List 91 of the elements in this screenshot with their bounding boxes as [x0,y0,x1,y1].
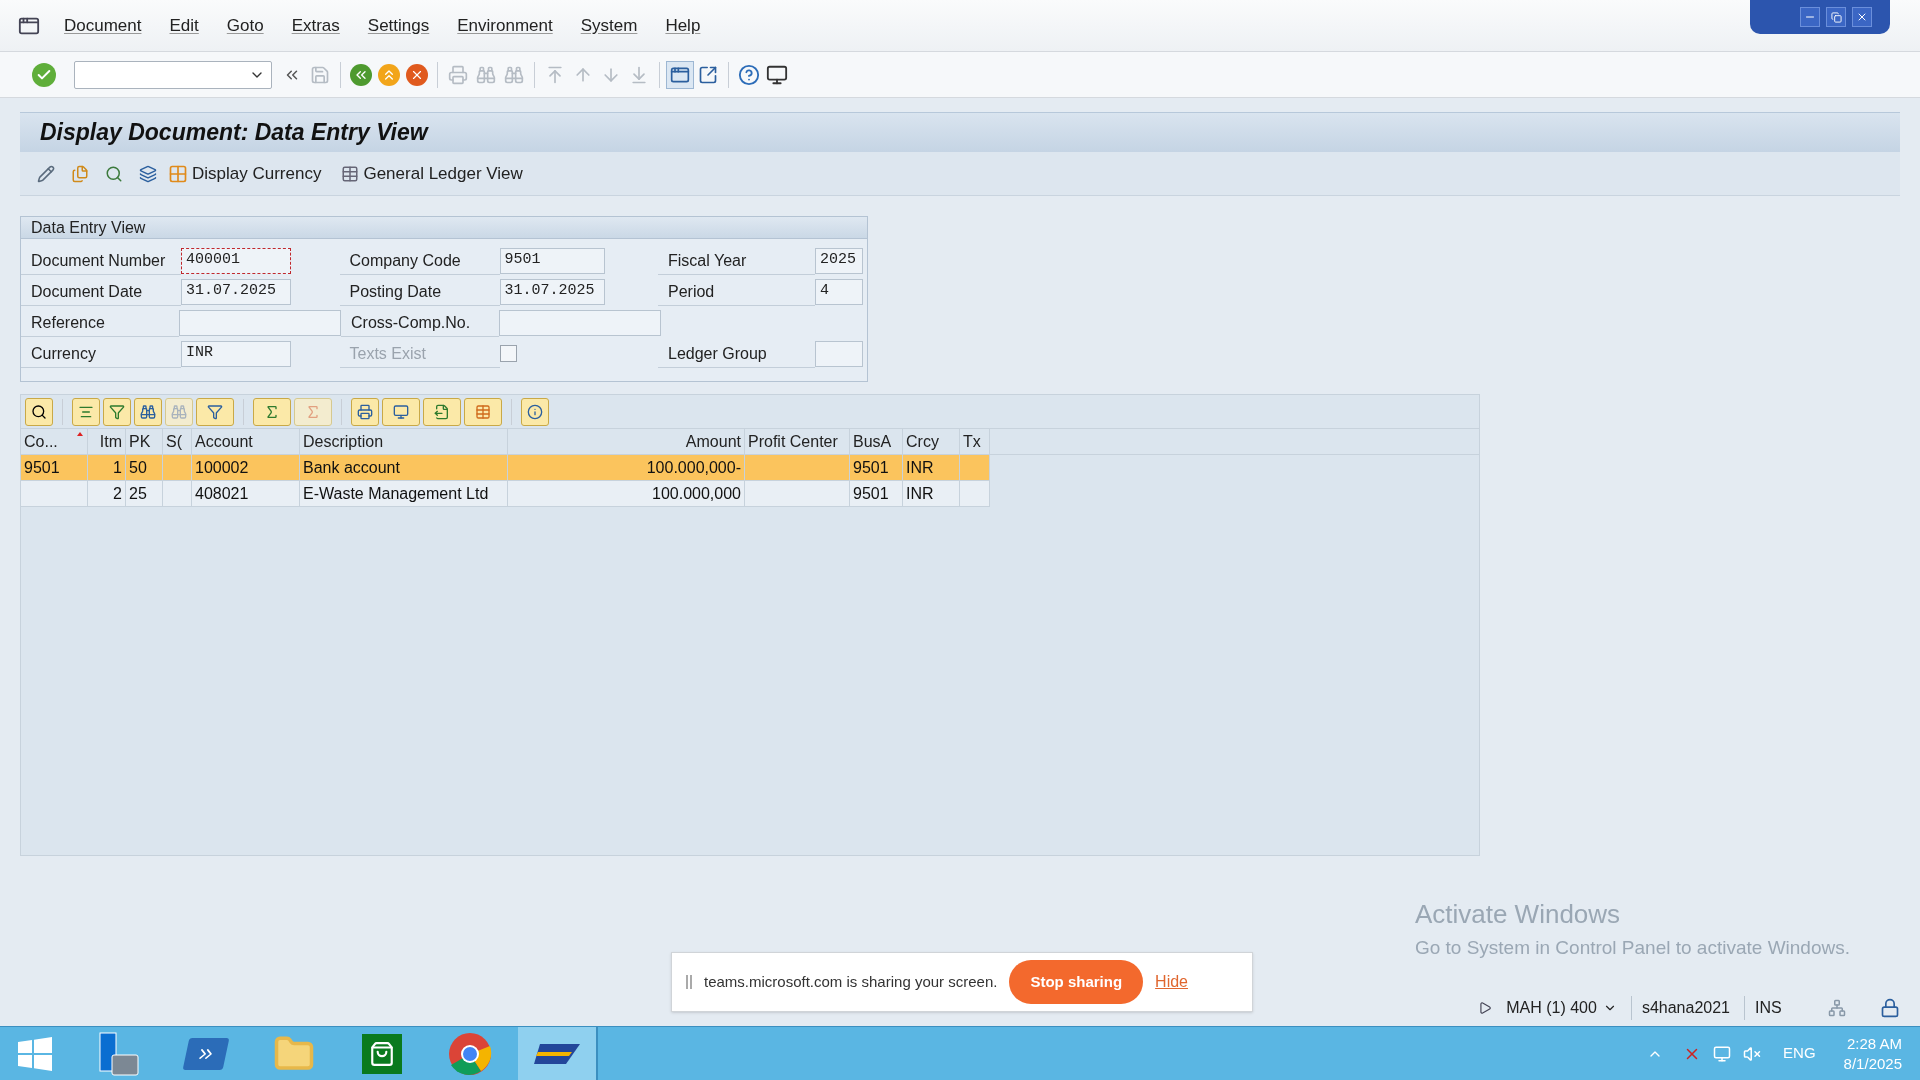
field-label: Texts Exist [339,339,500,368]
input-mode: INS [1744,996,1814,1020]
close-button[interactable] [1852,7,1872,27]
column-header[interactable]: Account [192,429,300,454]
details-icon[interactable] [25,397,53,426]
table-cell: Bank account [300,455,508,480]
menu-item[interactable]: Edit [169,12,199,39]
layout-icon[interactable] [464,397,502,426]
minimize-button[interactable] [1800,7,1820,27]
input-field[interactable]: 2025 [815,247,863,274]
table-cell: 100002 [192,455,300,480]
activation-text: Go to System in Control Panel to activate Windows. [1414,935,1850,960]
column-header[interactable]: Tx [960,429,990,454]
server-manager-icon [96,1030,140,1077]
play-icon[interactable] [1478,1001,1493,1015]
print-icon[interactable] [351,397,379,426]
input-field[interactable] [178,309,341,336]
column-header[interactable]: S( [163,429,192,454]
browser-icon [448,1031,492,1076]
table-cell: 100.000,000- [508,455,745,480]
volume-muted-icon[interactable] [1743,1044,1762,1063]
input-field[interactable] [815,340,863,367]
toolbar-button[interactable]: General Ledger View [341,160,523,187]
store-icon [362,1033,402,1074]
connection-icon [1828,999,1846,1017]
table-cell: 9501 [850,481,903,506]
menu-item[interactable]: Help [665,12,701,39]
column-header[interactable]: Co... [21,429,88,454]
info-icon[interactable] [521,397,549,426]
input-field[interactable]: 31.07.2025 [499,278,605,305]
system-info-dropdown[interactable]: MAH (1) 400 [1506,996,1617,1020]
table-cell: 408021 [192,481,300,506]
find-icon[interactable] [134,397,162,426]
field-label: Reference [21,308,179,337]
menu-item[interactable]: Extras [291,12,340,39]
taskbar-app[interactable] [518,1026,598,1080]
table-cell: 25 [126,481,163,506]
input-field[interactable]: 4 [815,278,863,305]
restore-icon [1830,11,1842,23]
currency-icon [168,163,188,184]
restore-button[interactable] [1826,7,1846,27]
table-row[interactable]: 2 25 408021 E-Waste Management Ltd 100.000,000 9501 INR [21,481,990,507]
input-field[interactable]: INR [181,340,291,367]
menu-item[interactable]: Settings [367,12,430,39]
column-header[interactable]: PK [126,429,163,454]
table-cell: 2 [88,481,126,506]
filter-icon[interactable] [196,397,234,426]
drag-handle-icon [686,975,692,989]
column-header[interactable]: Amount [508,429,745,454]
menu-item[interactable]: Goto [226,12,264,39]
ledger-icon [341,164,360,183]
close-icon [1856,11,1868,23]
field-label: Cross-Comp.No. [341,308,499,337]
column-header[interactable]: Description [300,429,508,454]
new-window-icon[interactable] [666,60,694,89]
table-cell: 9501 [850,455,903,480]
toolbar-button[interactable]: Display Currency [168,160,322,187]
menu-item[interactable]: Document [64,12,142,39]
server-name: s4hana2021 [1630,996,1730,1020]
command-field[interactable] [74,60,272,89]
group-title: Data Entry View [21,217,867,239]
column-header[interactable]: Itm [88,429,126,454]
field-label: Posting Date [339,277,500,306]
lock-icon[interactable] [1880,998,1900,1018]
windows-logo-icon [18,1036,52,1071]
menu-item[interactable]: System [580,12,638,39]
menu-item[interactable]: Environment [457,12,553,39]
sap-logon-icon [532,1041,582,1066]
sharing-message: teams.microsoft.com is sharing your screen. [704,971,998,992]
table-row[interactable]: 9501 1 50 100002 Bank account 100.000,000- 9501 INR [21,455,990,481]
input-field[interactable]: 31.07.2025 [181,278,291,305]
column-header[interactable]: BusA [850,429,903,454]
table-cell: 100.000,000 [508,481,745,506]
screen-title: Display Document: Data Entry View [40,118,428,148]
table-cell: E-Waste Management Ltd [300,481,508,506]
table-cell: 50 [126,455,163,480]
field-label: Company Code [339,246,500,275]
column-header[interactable]: Crcy [903,429,960,454]
activation-title: Activate Windows [1414,897,1622,931]
network-icon[interactable] [1713,1044,1732,1063]
subtotal-icon[interactable] [294,397,332,426]
table-cell: 9501 [21,455,88,480]
input-field[interactable]: 400001 [181,247,291,274]
export-icon[interactable] [423,397,461,426]
sum-icon[interactable] [253,397,291,426]
table-cell: INR [903,455,960,480]
table-cell: INR [903,481,960,506]
input-field[interactable] [498,309,661,336]
input-field[interactable]: 9501 [499,247,605,274]
column-header[interactable]: Profit Center [745,429,850,454]
table-cell: 1 [88,455,126,480]
